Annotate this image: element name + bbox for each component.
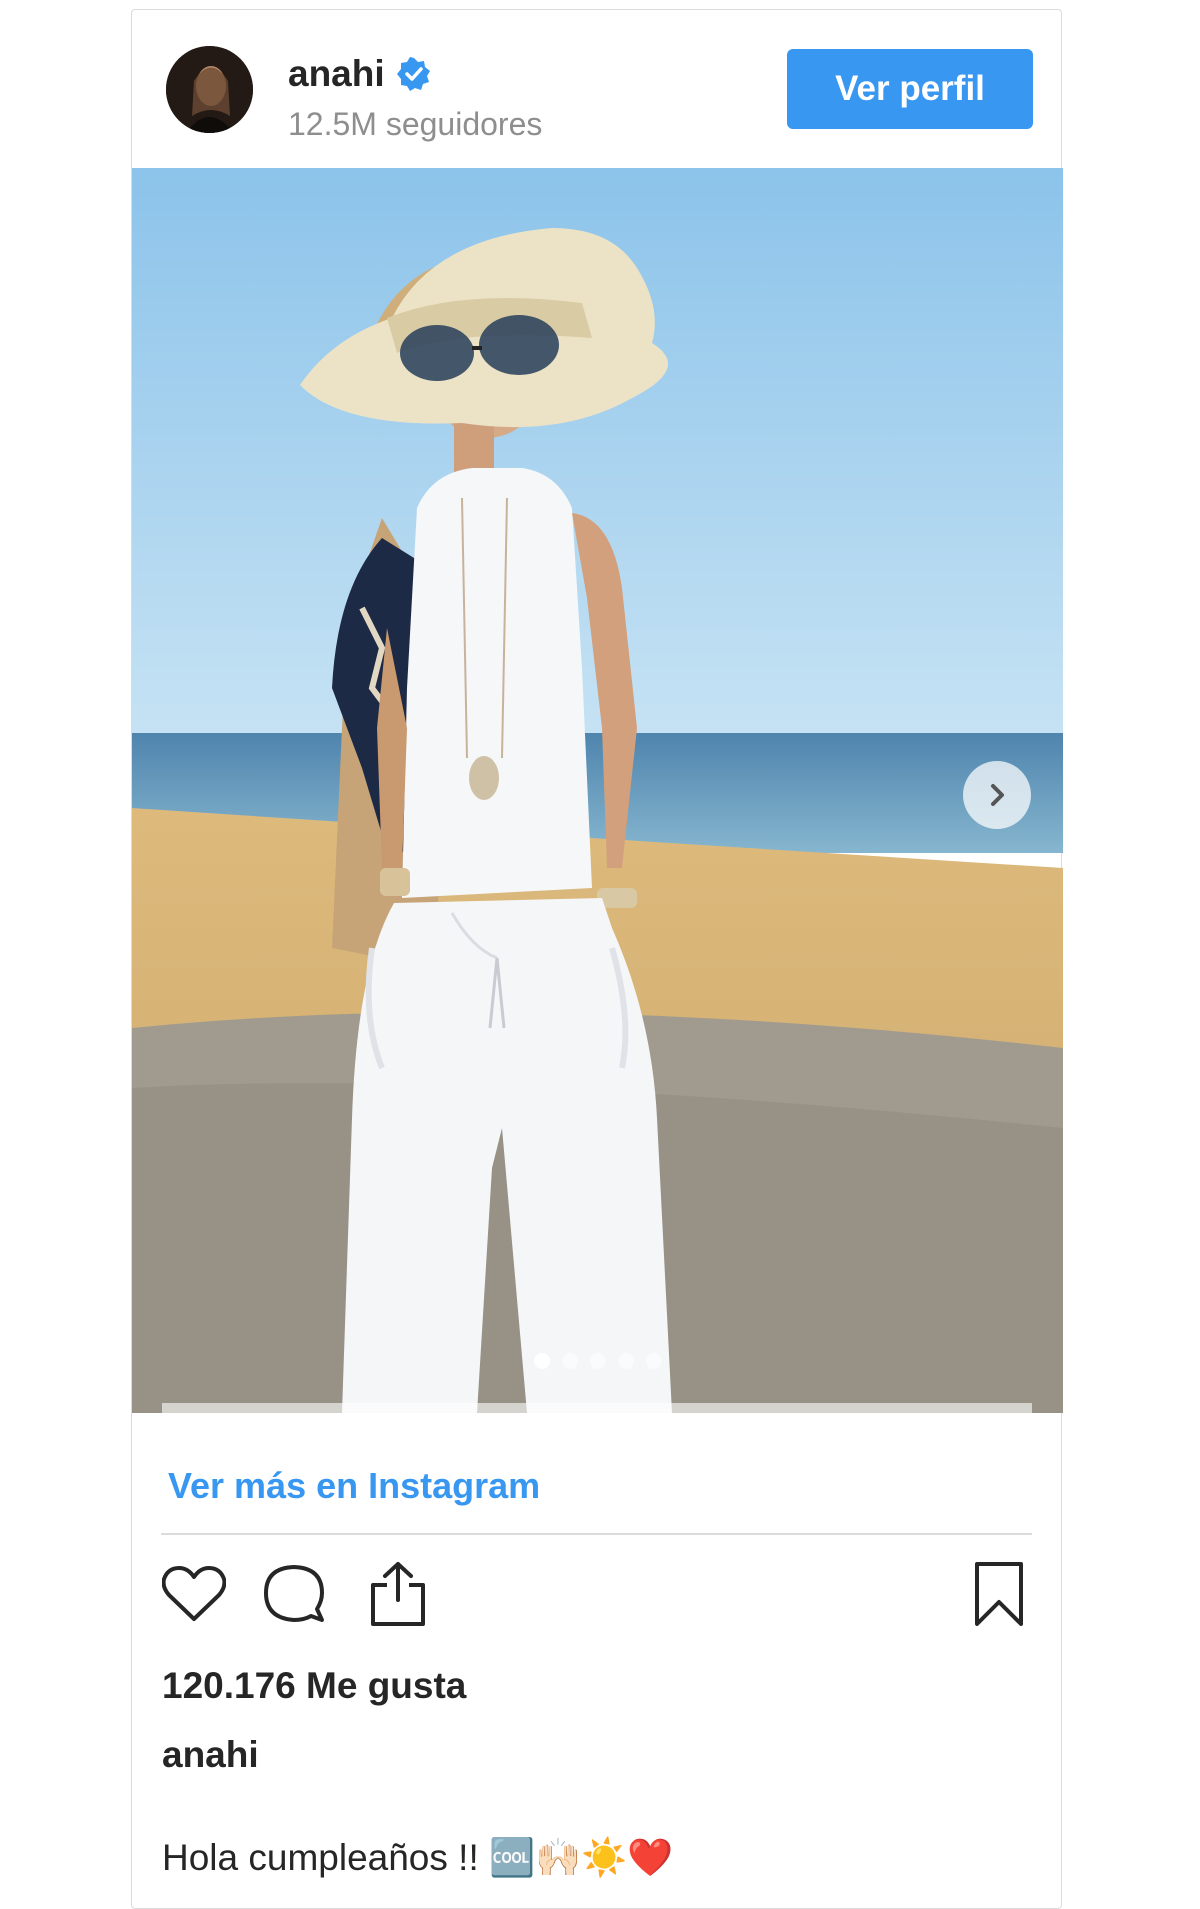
verified-badge-icon bbox=[396, 57, 431, 91]
post-header: anahi 12.5M seguidores Ver perfil bbox=[132, 10, 1061, 167]
caption-text: Hola cumpleaños !! 🆒🙌🏻☀️❤️ bbox=[162, 1837, 674, 1878]
instagram-embed-card: anahi 12.5M seguidores Ver perfil Ver má… bbox=[131, 9, 1063, 1909]
share-button[interactable] bbox=[362, 1560, 434, 1632]
likes-count: 120.176 Me gusta bbox=[162, 1665, 467, 1706]
carousel-indicator bbox=[132, 1353, 1063, 1369]
username[interactable]: anahi bbox=[288, 53, 385, 95]
carousel-dot[interactable] bbox=[561, 1353, 578, 1369]
share-icon bbox=[367, 1560, 429, 1633]
comment-icon bbox=[262, 1562, 326, 1631]
avatar[interactable] bbox=[166, 46, 253, 133]
photo-illustration bbox=[132, 168, 1063, 1413]
chevron-right-icon bbox=[982, 780, 1012, 810]
bookmark-icon bbox=[972, 1560, 1026, 1633]
carousel-dot[interactable] bbox=[645, 1353, 662, 1369]
carousel-dot[interactable] bbox=[533, 1353, 550, 1369]
username-row: anahi bbox=[288, 53, 431, 95]
caption-username[interactable]: anahi bbox=[162, 1734, 259, 1776]
divider bbox=[161, 1533, 1032, 1535]
post-photo[interactable] bbox=[132, 168, 1063, 1413]
heart-icon bbox=[161, 1565, 227, 1628]
next-slide-button[interactable] bbox=[963, 761, 1031, 829]
followers-count: 12.5M seguidores bbox=[288, 106, 543, 142]
action-bar bbox=[132, 1560, 1061, 1640]
view-profile-button[interactable]: Ver perfil bbox=[787, 49, 1033, 129]
comment-button[interactable] bbox=[258, 1560, 330, 1632]
carousel-dot[interactable] bbox=[617, 1353, 634, 1369]
carousel-dot[interactable] bbox=[589, 1353, 606, 1369]
like-button[interactable] bbox=[158, 1560, 230, 1632]
view-more-link[interactable]: Ver más en Instagram bbox=[168, 1465, 540, 1507]
save-button[interactable] bbox=[963, 1560, 1035, 1632]
